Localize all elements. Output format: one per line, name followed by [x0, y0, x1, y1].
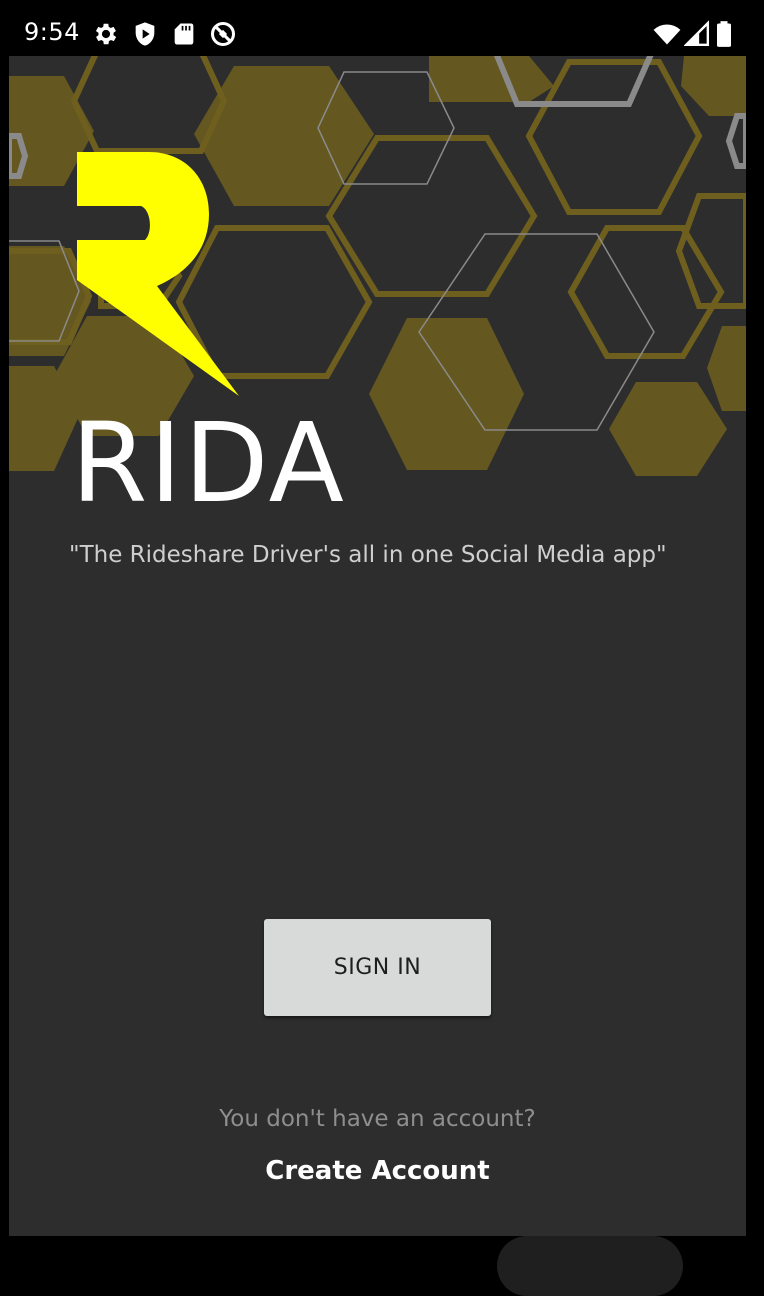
- cell-signal-icon: [684, 20, 710, 47]
- navigation-handle[interactable]: [497, 1236, 683, 1296]
- rida-logo: [77, 152, 239, 396]
- wifi-icon: [653, 24, 681, 45]
- app-screen: RIDA "The Rideshare Driver's all in one …: [9, 56, 746, 1236]
- app-title: RIDA: [71, 399, 346, 527]
- shield-play-icon: [135, 22, 155, 46]
- create-account-link[interactable]: Create Account: [9, 1156, 746, 1186]
- tagline: "The Rideshare Driver's all in one Socia…: [69, 542, 667, 568]
- gear-icon: [95, 23, 117, 45]
- battery-icon: [717, 21, 731, 47]
- no-account-text: You don't have an account?: [219, 1106, 536, 1132]
- do-not-disturb-icon: [210, 21, 236, 47]
- sign-in-button[interactable]: SIGN IN: [264, 919, 491, 1016]
- status-bar: 9:54: [0, 0, 764, 56]
- status-time: 9:54: [24, 18, 80, 46]
- sd-card-icon: [174, 23, 194, 45]
